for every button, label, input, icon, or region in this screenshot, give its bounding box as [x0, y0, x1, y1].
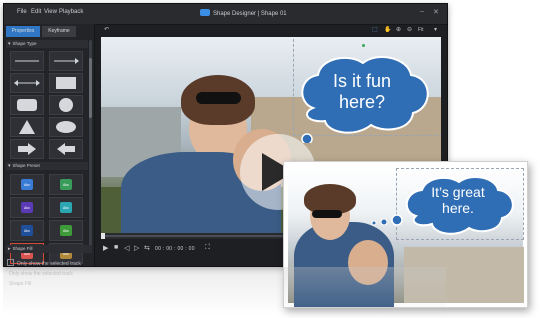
right-arrow-icon: [18, 143, 36, 155]
preset-4-swatch: Abc: [60, 202, 72, 213]
preset-1[interactable]: Abc: [10, 174, 44, 195]
fullscreen-icon[interactable]: ⛶: [205, 244, 210, 252]
timeline-knob[interactable]: [101, 233, 105, 239]
timecode: 00 : 00 : 00 : 00: [155, 246, 195, 252]
scrollbar-thumb[interactable]: [89, 58, 92, 118]
window-title: Shape Designer | Shape 01: [200, 9, 287, 17]
preset-3-swatch: Abc: [21, 202, 33, 213]
zoom-out-icon[interactable]: ⊖: [407, 26, 412, 33]
window-reflection: Only show the selected track Shape Fill: [3, 267, 446, 315]
arrow-line-icon: [54, 58, 79, 64]
shape-double-arrow[interactable]: [10, 73, 44, 93]
next-frame-icon[interactable]: ▷: [134, 244, 139, 252]
collapse-triangle-icon: ▾: [8, 163, 11, 169]
preset-6[interactable]: Abc: [49, 220, 83, 241]
hand-tool-icon[interactable]: ✋: [384, 26, 391, 33]
shape-left-arrow[interactable]: [49, 139, 83, 159]
cloud-icon: [56, 121, 76, 133]
menu-playback[interactable]: Playback: [59, 9, 83, 15]
double-arrow-icon: [14, 80, 40, 86]
preset-6-swatch: Abc: [60, 225, 72, 236]
shape-line[interactable]: [10, 51, 44, 71]
shape-rectangle[interactable]: [49, 73, 83, 93]
checkbox[interactable]: [7, 259, 14, 266]
rounded-rectangle-icon: [17, 99, 37, 111]
menu-view[interactable]: View: [44, 9, 57, 15]
minimize-icon[interactable]: –: [420, 8, 424, 15]
bubble-front-text: It’s great here.: [431, 184, 485, 217]
shape-circle[interactable]: [49, 95, 83, 115]
window-title-text: Shape Designer | Shape 01: [213, 11, 287, 17]
undo-icon[interactable]: ↶: [104, 26, 109, 33]
section-shape-preset-label: Shape Preset: [12, 163, 40, 168]
shape-rounded-rectangle[interactable]: [10, 95, 44, 115]
triangle-icon: [19, 120, 35, 134]
section-shape-type-label: Shape Type: [12, 41, 37, 46]
play-icon[interactable]: ▶: [103, 244, 108, 252]
close-icon[interactable]: ✕: [433, 8, 439, 16]
bubble-main-text: Is it fun here?: [332, 71, 392, 112]
left-arrow-icon: [57, 143, 75, 155]
section-shape-preset[interactable]: ▾ Shape Preset: [6, 162, 88, 170]
prev-frame-icon[interactable]: ◁: [124, 244, 129, 252]
panel-scrollbar[interactable]: [89, 40, 92, 250]
menu-file[interactable]: File: [17, 9, 27, 15]
only-selected-track-toggle[interactable]: Only show the selected track: [7, 259, 81, 267]
preset-4[interactable]: Abc: [49, 197, 83, 218]
properties-panel: Properties Keyframe ▾ Shape Type ▾ Shape…: [4, 24, 95, 266]
collapse-triangle-icon: ▾: [8, 41, 11, 47]
preset-2[interactable]: Abc: [49, 174, 83, 195]
zoom-in-icon[interactable]: ⊕: [396, 26, 401, 33]
tab-properties[interactable]: Properties: [6, 26, 40, 37]
stop-icon[interactable]: ■: [114, 244, 118, 251]
rectangle-icon: [56, 77, 76, 89]
menu-edit[interactable]: Edit: [31, 9, 41, 15]
app-logo-icon: [200, 9, 210, 16]
reflection-text-1: Only show the selected track: [9, 271, 73, 277]
circle-icon: [59, 98, 73, 112]
preset-3[interactable]: Abc: [10, 197, 44, 218]
select-tool-icon[interactable]: ⬚: [372, 26, 378, 33]
preset-2-swatch: Abc: [60, 179, 72, 190]
tab-keyframe[interactable]: Keyframe: [42, 26, 76, 37]
menu-bar: File Edit View Playback Shape Designer |…: [4, 4, 447, 25]
shape-cloud[interactable]: [49, 117, 83, 137]
expand-triangle-icon: ▸: [8, 246, 11, 252]
line-shape-icon: [15, 60, 39, 62]
section-shape-type[interactable]: ▾ Shape Type: [6, 40, 88, 48]
reflection-text-2: Shape Fill: [9, 281, 32, 287]
output-sunglasses-image: [312, 210, 342, 218]
toolbar-menu-icon[interactable]: ▾: [434, 26, 437, 33]
loop-icon[interactable]: ⇆: [144, 244, 150, 252]
preset-1-swatch: Abc: [21, 179, 33, 190]
sunglasses-image: [196, 92, 241, 104]
shape-triangle[interactable]: [10, 117, 44, 137]
shape-right-arrow[interactable]: [10, 139, 44, 159]
section-shape-fill-label: Shape Fill: [12, 246, 33, 251]
preset-5[interactable]: Abc: [10, 220, 44, 241]
shape-arrow-line[interactable]: [49, 51, 83, 71]
zoom-fit-select[interactable]: Fit: [418, 27, 424, 33]
preset-5-swatch: Abc: [21, 225, 33, 236]
section-shape-fill[interactable]: ▸ Shape Fill: [6, 245, 92, 253]
rotate-handle[interactable]: [362, 44, 365, 47]
